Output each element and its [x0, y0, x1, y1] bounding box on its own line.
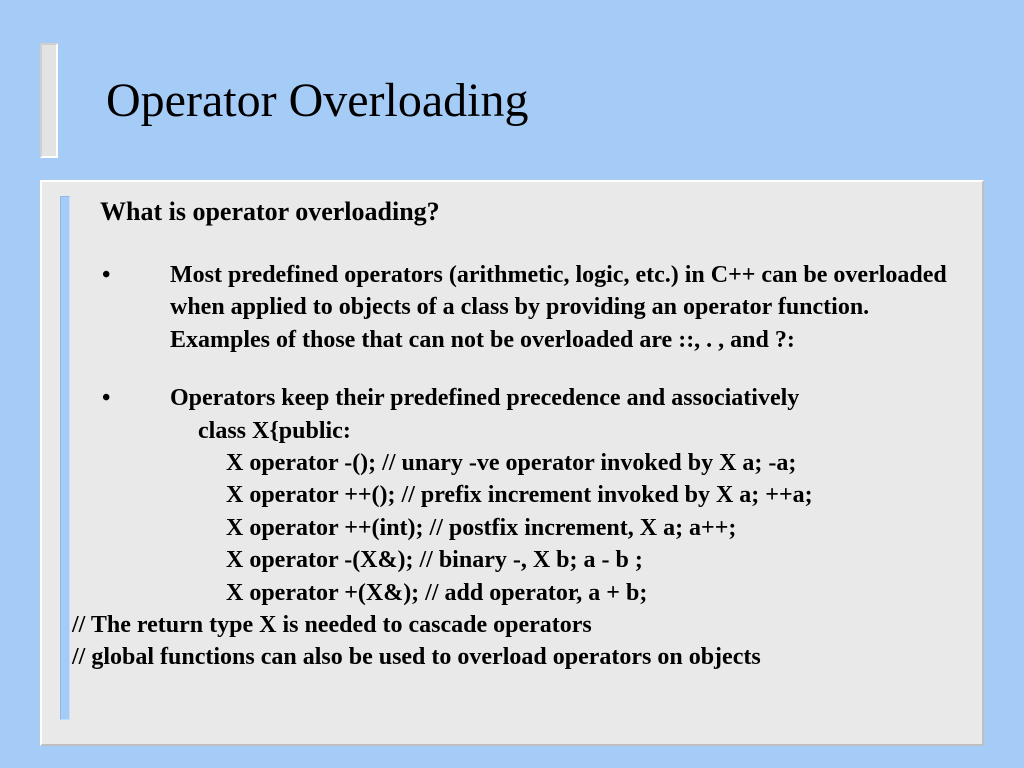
- bullet-glyph: •: [100, 382, 170, 414]
- code-line: X operator -(X&); // binary -, X b; a - …: [100, 544, 972, 576]
- subheading: What is operator overloading?: [100, 194, 972, 229]
- comment-line: // global functions can also be used to …: [72, 641, 972, 673]
- code-line: X operator +(X&); // add operator, a + b…: [100, 577, 972, 609]
- spacer: [100, 356, 972, 382]
- bullet-text: Most predefined operators (arithmetic, l…: [170, 259, 972, 356]
- code-line: X operator -(); // unary -ve operator in…: [100, 447, 972, 479]
- bullet-text: Operators keep their predefined preceden…: [170, 382, 972, 414]
- slide: Operator Overloading What is operator ov…: [0, 0, 1024, 768]
- comment-line: // The return type X is needed to cascad…: [72, 609, 972, 641]
- slide-body: What is operator overloading? • Most pre…: [100, 194, 972, 674]
- bullet-item: • Most predefined operators (arithmetic,…: [100, 259, 972, 356]
- content-inner: What is operator overloading? • Most pre…: [42, 182, 982, 744]
- title-area: Operator Overloading: [40, 40, 984, 160]
- code-line: class X{public:: [100, 415, 972, 447]
- code-line: X operator ++(int); // postfix increment…: [100, 512, 972, 544]
- slide-title: Operator Overloading: [106, 73, 529, 128]
- content-accent-bar: [60, 196, 70, 720]
- code-line: X operator ++(); // prefix increment inv…: [100, 479, 972, 511]
- bullet-glyph: •: [100, 259, 170, 356]
- content-panel: What is operator overloading? • Most pre…: [40, 180, 984, 746]
- bullet-item: • Operators keep their predefined preced…: [100, 382, 972, 414]
- title-accent-bar: [40, 43, 58, 158]
